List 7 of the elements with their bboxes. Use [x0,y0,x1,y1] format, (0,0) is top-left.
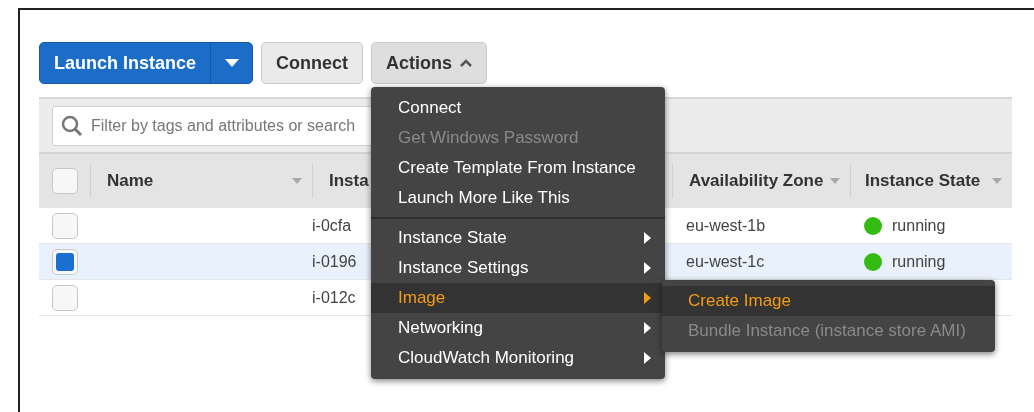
table-cell-text: running [892,251,946,272]
table-cell: eu-west-1b [686,216,766,234]
table-cell-text: running [892,215,946,236]
table-cell: i-012c [312,288,356,306]
table-cell: eu-west-1c [686,252,765,270]
table-cell: i-0cfa [312,216,352,234]
table-cell: i-0196 [312,252,357,270]
